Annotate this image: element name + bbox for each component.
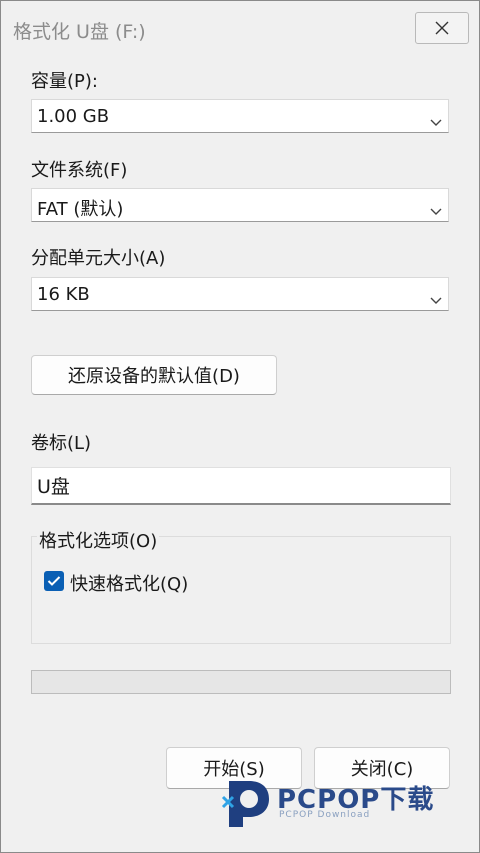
close-icon [435,21,449,35]
quick-format-checkbox[interactable] [44,571,64,591]
allocation-unit-value: 16 KB [37,284,90,305]
filesystem-label: 文件系统(F) [31,160,128,181]
window-title: 格式化 U盘 (F:) [13,21,146,43]
quick-format-label[interactable]: 快速格式化(Q) [70,570,188,596]
close-window-button[interactable] [415,12,469,44]
capacity-label: 容量(P): [31,71,98,92]
allocation-unit-label: 分配单元大小(A) [31,248,166,269]
capacity-select[interactable]: 1.00 GB [31,99,449,133]
checkmark-icon [47,572,61,591]
format-dialog: 格式化 U盘 (F:) 容量(P): 1.00 GB 文件系统(F) FAT (… [0,0,480,853]
volume-label-input[interactable] [32,468,450,503]
allocation-unit-select[interactable]: 16 KB [31,277,449,311]
volume-label-field[interactable] [31,467,451,505]
chevron-down-icon [430,201,442,220]
volume-label-label: 卷标(L) [31,433,92,454]
filesystem-select[interactable]: FAT (默认) [31,188,449,222]
watermark: PCPOP下载 PCPOP Download [219,773,469,833]
restore-defaults-button[interactable]: 还原设备的默认值(D) [31,355,277,395]
capacity-value: 1.00 GB [37,106,110,127]
watermark-subtitle: PCPOP Download [279,810,371,820]
chevron-down-icon [430,112,442,131]
filesystem-value: FAT (默认) [37,199,124,220]
pcpop-logo-icon [219,773,275,833]
chevron-down-icon [430,290,442,309]
format-options-title: 格式化选项(O) [37,527,160,553]
title-bar[interactable]: 格式化 U盘 (F:) [1,1,479,57]
format-progress-bar [31,670,451,694]
